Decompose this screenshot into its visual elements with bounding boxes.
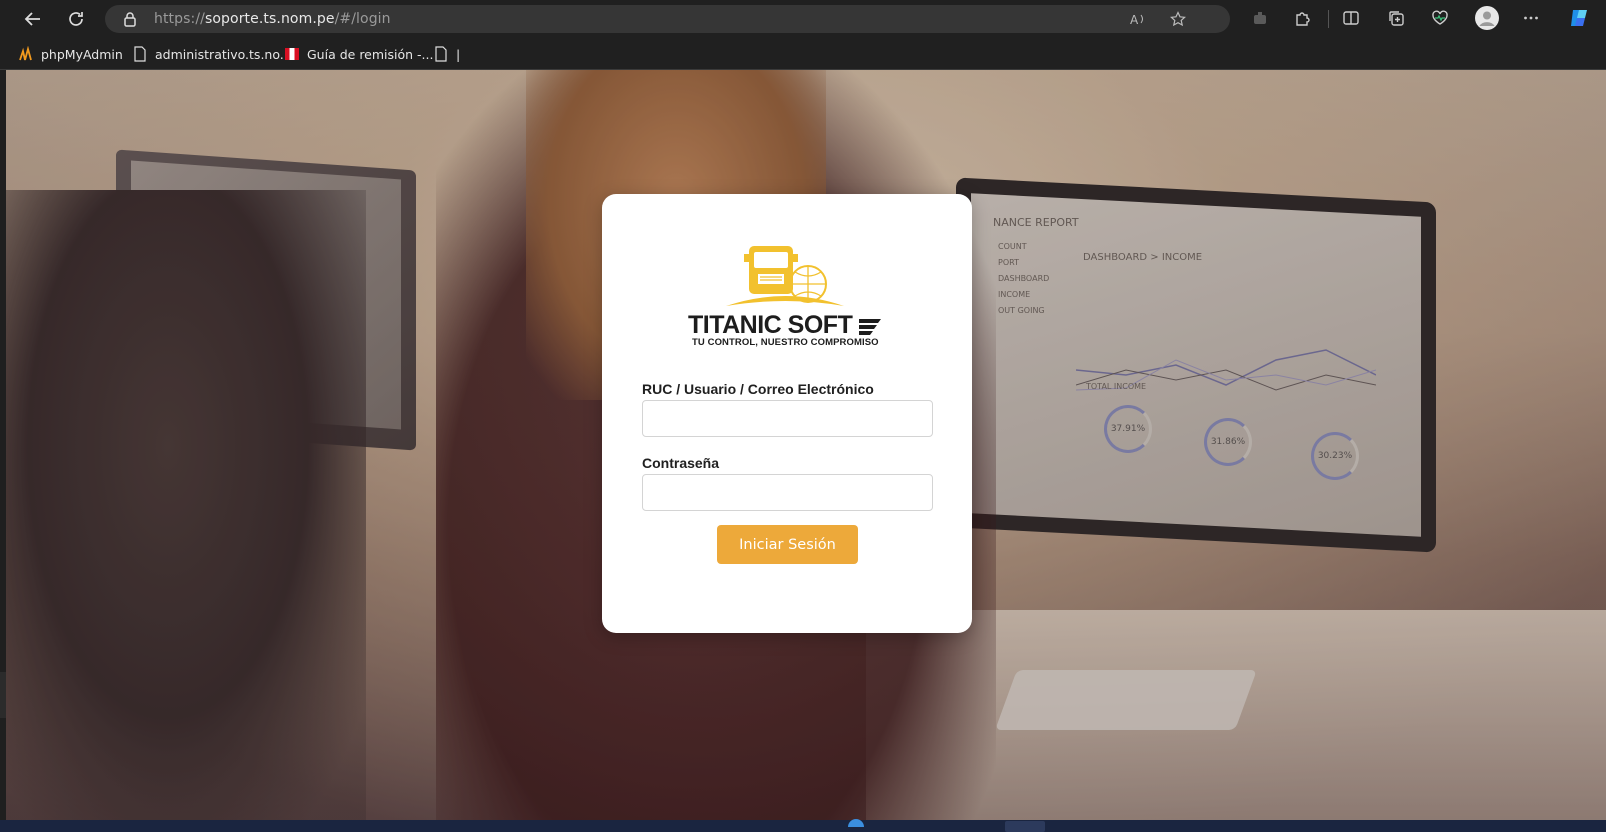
robot-icon (1254, 12, 1266, 24)
bookmark-phpmyadmin[interactable]: phpMyAdmin (19, 44, 123, 64)
avatar-icon (1475, 6, 1499, 30)
login-button[interactable]: Iniciar Sesión (717, 525, 858, 564)
split-screen-icon (1343, 11, 1359, 25)
lock-icon (124, 12, 136, 27)
login-card: TITANIC SOFT TU CONTROL, NUESTRO COMPROM… (602, 194, 972, 633)
user-field-label: RUC / Usuario / Correo Electrónico (642, 381, 874, 397)
toolbar-divider (1328, 10, 1329, 28)
collections-icon (1389, 11, 1404, 26)
user-input[interactable] (642, 400, 933, 437)
reload-button[interactable] (63, 6, 89, 32)
bookmark-label: Guía de remisión -... (307, 46, 434, 62)
extensions-button[interactable] (1293, 8, 1313, 28)
browser-toolbar: https://soporte.ts.nom.pe/#/login A (0, 0, 1606, 37)
back-button[interactable] (20, 6, 46, 32)
url-scheme: https:// (154, 11, 205, 27)
heart-pulse-icon (1432, 10, 1448, 25)
taskbar-app-icon[interactable] (1005, 821, 1045, 832)
copilot-icon (1571, 10, 1587, 26)
url-text: https://soporte.ts.nom.pe/#/login (154, 11, 391, 27)
back-arrow-icon (24, 12, 40, 26)
split-screen-button[interactable] (1341, 8, 1361, 28)
taskbar (0, 820, 1606, 832)
bookmarks-bar: phpMyAdmin administrativo.ts.no... Guía … (0, 37, 1606, 70)
more-options-button[interactable] (1521, 8, 1541, 28)
bookmark-label: administrativo.ts.no... (155, 46, 292, 62)
login-page-background: NANCE REPORT DASHBOARD > INCOME COUNT PO… (6, 70, 1606, 820)
password-input[interactable] (642, 474, 933, 511)
bookmark-untitled[interactable]: | (434, 44, 460, 64)
logo-tagline: TU CONTROL, NUESTRO COMPROMISO (692, 337, 879, 348)
svg-text:A: A (1130, 13, 1139, 27)
more-dots-icon (1524, 16, 1538, 20)
url-path: /#/login (334, 11, 391, 27)
profile-button[interactable] (1475, 6, 1499, 30)
bookmark-label: | (456, 46, 461, 62)
logo-title: TITANIC SOFT (688, 311, 853, 339)
page-icon (435, 46, 447, 62)
puzzle-icon (1296, 12, 1310, 26)
address-bar[interactable]: https://soporte.ts.nom.pe/#/login A (105, 5, 1230, 33)
collections-button[interactable] (1386, 8, 1406, 28)
url-host: soporte.ts.nom.pe (204, 11, 335, 27)
copilot-button[interactable] (1567, 6, 1591, 30)
reload-icon (69, 12, 83, 26)
page-icon (134, 46, 146, 62)
phpmyadmin-icon (19, 46, 32, 61)
health-button[interactable] (1430, 8, 1450, 28)
bookmark-guia-remision[interactable]: Guía de remisión -... (285, 44, 433, 64)
favorite-star-icon[interactable] (1170, 11, 1186, 27)
read-aloud-icon[interactable]: A (1130, 11, 1146, 27)
bookmark-administrativo[interactable]: administrativo.ts.no... (133, 44, 292, 64)
bookmark-label: phpMyAdmin (41, 46, 123, 62)
copilot-shortcut-button[interactable] (1250, 8, 1270, 28)
password-field-label: Contraseña (642, 455, 720, 471)
peru-flag-icon (285, 48, 299, 60)
